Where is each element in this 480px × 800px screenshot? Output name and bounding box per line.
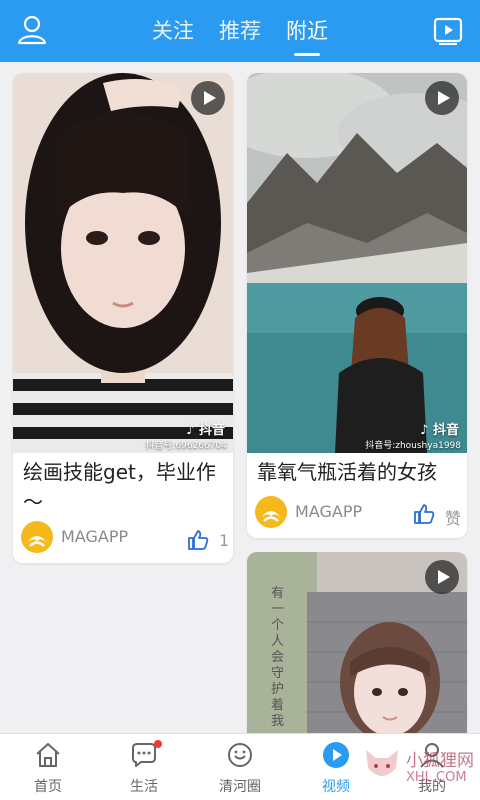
tab-nearby[interactable]: 附近 (286, 0, 328, 62)
play-icon[interactable] (425, 81, 459, 115)
watermark-subtext: XHL.COM (406, 770, 467, 785)
like-count: 1 (219, 531, 230, 550)
video-play-icon[interactable] (430, 12, 466, 48)
nav-label: 生活 (130, 779, 158, 795)
like-count: 赞 (445, 509, 462, 528)
notification-dot (154, 740, 162, 748)
author-name: MAGAPP (295, 502, 363, 521)
fox-logo-icon (366, 750, 398, 776)
video-overlay-text: 有一个人会守护着我 (271, 586, 285, 729)
like-button[interactable]: 1 (187, 529, 233, 553)
nav-label: 首页 (34, 779, 62, 795)
feed-tabs: 关注 推荐 附近 (0, 0, 480, 62)
author[interactable]: MAGAPP (21, 521, 171, 555)
video-play-icon (323, 742, 349, 768)
video-thumbnail[interactable]: 有一个人会守护着我 (247, 552, 467, 742)
douyin-watermark-id: 抖音号:696266704 (145, 441, 227, 451)
magapp-logo-icon (255, 496, 287, 528)
author[interactable]: MAGAPP (255, 496, 405, 530)
tab-recommend[interactable]: 推荐 (219, 0, 261, 62)
top-bar: 关注 推荐 附近 (0, 0, 480, 62)
douyin-watermark-id: 抖音号:zhoushya1998 (365, 441, 461, 451)
video-card[interactable]: 有一个人会守护着我 (247, 552, 467, 742)
nav-circle[interactable]: 清河圈 (192, 734, 288, 800)
bottom-nav: 首页 生活 清河圈 视频 我的 小狐狸网 XHL.COM (0, 733, 480, 800)
like-button[interactable]: 赞 (413, 503, 467, 528)
tab-follow[interactable]: 关注 (152, 0, 194, 62)
circle-chat-icon (228, 743, 252, 767)
thumbs-up-icon (188, 530, 209, 550)
douyin-watermark-logo: ♪ 抖音 (420, 423, 459, 438)
nav-life[interactable]: 生活 (96, 734, 192, 800)
card-title: 绘画技能get，毕业作～ (23, 460, 216, 514)
portrait-image (13, 73, 233, 453)
video-thumbnail[interactable]: ♪ 抖音 抖音号:696266704 (13, 73, 233, 453)
nav-home[interactable]: 首页 (0, 734, 96, 800)
play-icon[interactable] (191, 81, 225, 115)
magapp-logo-icon (21, 521, 53, 553)
landscape-image (247, 73, 467, 453)
video-thumbnail[interactable]: ♪ 抖音 抖音号:zhoushya1998 (247, 73, 467, 453)
card-title: 靠氧气瓶活着的女孩 (257, 460, 437, 484)
home-icon (36, 743, 60, 767)
nav-label: 清河圈 (219, 779, 261, 795)
watermark-text: 小狐狸网 (406, 751, 474, 771)
thumbs-up-icon (414, 504, 435, 524)
author-name: MAGAPP (61, 527, 129, 546)
video-card[interactable]: ♪ 抖音 抖音号:zhoushya1998 靠氧气瓶活着的女孩 MAGAPP 赞 (247, 73, 467, 538)
douyin-watermark-logo: ♪ 抖音 (186, 423, 225, 438)
play-icon[interactable] (425, 560, 459, 594)
site-watermark: 小狐狸网 XHL.COM (360, 734, 480, 800)
video-card[interactable]: ♪ 抖音 抖音号:696266704 绘画技能get，毕业作～ MAGAPP 1 (13, 73, 233, 563)
